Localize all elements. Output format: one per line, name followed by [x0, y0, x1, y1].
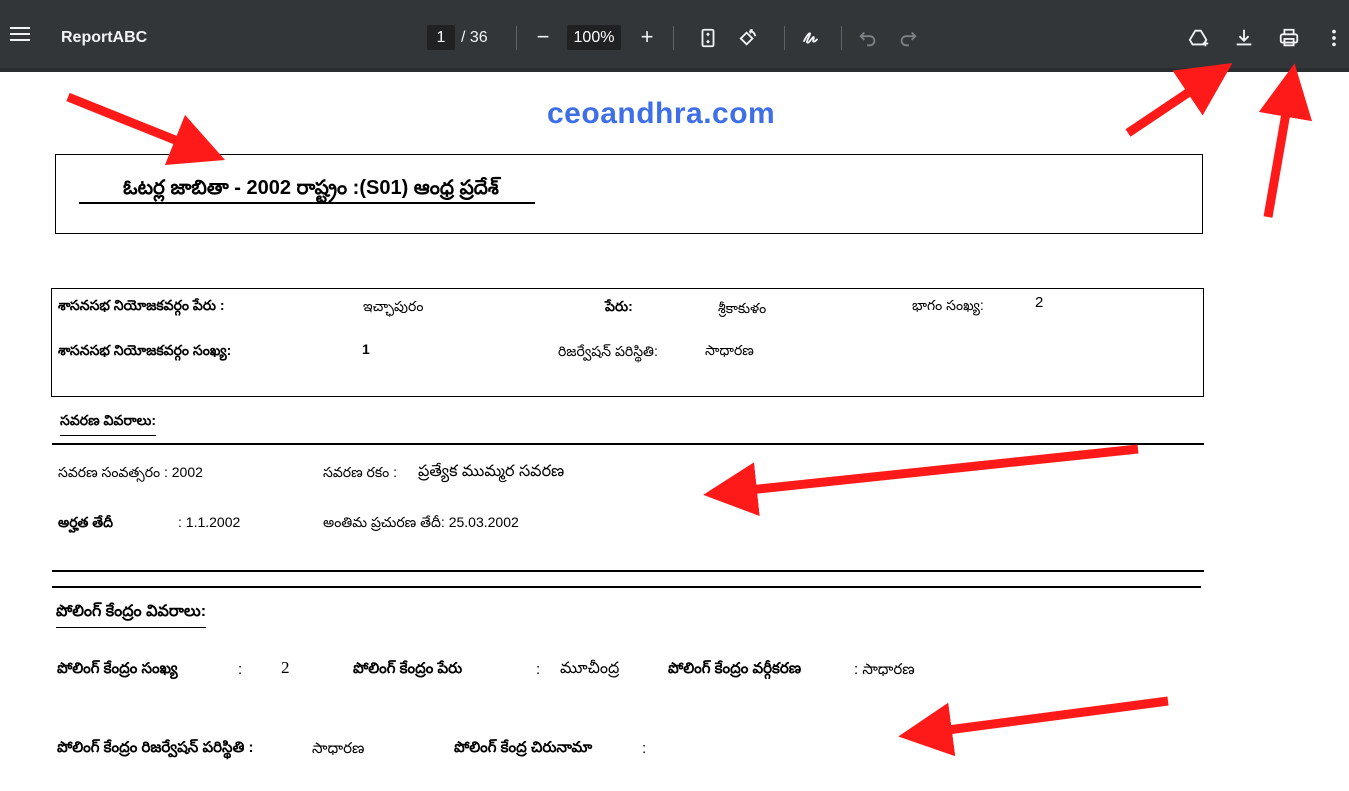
part-number-label: భాగం సంఖ్య:	[912, 297, 984, 313]
zoom-level-input[interactable]: 100%	[567, 25, 621, 50]
draw-signature-icon	[802, 32, 819, 44]
red-arrow	[66, 92, 226, 165]
site-watermark: ceoandhra.com	[547, 97, 776, 130]
polling-name-value: మూచీంద్ర	[560, 660, 620, 677]
revision-type-label: సవరణ రకం :	[323, 464, 398, 480]
polling-class-value: : సాధారణ	[854, 661, 915, 678]
download-button[interactable]	[1231, 25, 1257, 51]
polling-number-value: 2	[281, 658, 290, 677]
reservation-label: రిజర్వేషన్ పరిస్థితి:	[558, 343, 658, 359]
zoom-in-button[interactable]: +	[636, 26, 658, 50]
hamburger-menu-icon[interactable]	[10, 27, 32, 45]
final-publication-date: అంతిమ ప్రచురణ తేదీ: 25.03.2002	[323, 514, 519, 530]
polling-name-label: పోలింగ్ కేంద్రం పేరు	[353, 660, 463, 677]
polling-number-colon: :	[238, 661, 243, 678]
red-arrow	[898, 696, 1169, 757]
rotate-button[interactable]	[735, 25, 761, 51]
document-title: ReportABC	[61, 29, 148, 46]
divider-line	[52, 586, 1201, 588]
part-number-value: 2	[1035, 294, 1044, 311]
qualifying-date-label: అర్హత తేదీ	[58, 514, 114, 530]
heading-underline	[79, 202, 535, 204]
constituency-name-label: శాసనసభ నియోజకవర్గం పేరు :	[58, 297, 225, 313]
fit-page-icon	[701, 28, 715, 48]
polling-station-heading: పోలింగ్ కేంద్రం వివరాలు:	[56, 602, 207, 628]
pdf-viewer-toolbar: ReportABC 1 / 36 − 100% +	[0, 0, 1349, 72]
toolbar-divider	[841, 26, 842, 50]
reservation-value: సాధారణ	[705, 342, 754, 358]
page-total: / 36	[461, 29, 488, 46]
revision-heading: సవరణ వివరాలు:	[60, 412, 156, 436]
district-label: పేరు:	[605, 298, 633, 314]
print-button[interactable]	[1276, 25, 1302, 51]
redo-button[interactable]	[895, 25, 921, 51]
toolbar-divider	[673, 26, 674, 50]
divider-line	[52, 570, 1204, 572]
qualifying-date-value: : 1.1.2002	[178, 514, 241, 530]
download-icon	[1236, 29, 1252, 46]
revision-year: సవరణ సంవత్సరం : 2002	[58, 464, 203, 480]
save-to-drive-button[interactable]	[1186, 25, 1212, 51]
constituency-number-value: 1	[362, 341, 370, 357]
district-value: శ్రీకాకుళం	[718, 300, 767, 316]
page-number-input[interactable]: 1	[427, 25, 455, 50]
redo-icon	[900, 31, 917, 47]
fit-to-page-button[interactable]	[695, 25, 721, 51]
toolbar-divider	[516, 26, 517, 50]
more-options-button[interactable]	[1321, 25, 1347, 51]
constituency-name-value: ఇచ్ఛాపురం	[363, 298, 424, 314]
polling-address-label: పోలింగ్ కేంద్ర చిరునామా	[454, 739, 593, 756]
drive-add-icon	[1188, 29, 1209, 47]
polling-address-colon: :	[642, 740, 647, 757]
polling-name-colon: :	[536, 661, 541, 678]
polling-reservation-value: సాధారణ	[312, 740, 365, 757]
red-arrow	[1258, 63, 1312, 218]
revision-type-value: ప్రత్యేక ముమ్మర సవరణ	[418, 463, 565, 480]
print-icon	[1279, 28, 1299, 47]
undo-button[interactable]	[855, 25, 881, 51]
red-arrow	[1125, 62, 1233, 137]
undo-icon	[859, 31, 876, 47]
document-heading: ఓటర్ల జాబితా - 2002 రాష్ట్రం :(S01) ఆంధ్…	[123, 177, 499, 199]
constituency-number-label: శాసనసభ నియోజకవర్గం సంఖ్య:	[58, 342, 232, 358]
more-vert-icon	[1332, 29, 1336, 47]
toolbar-divider	[784, 26, 785, 50]
polling-class-label: పోలింగ్ కేంద్రం వర్గీకరణ	[668, 660, 802, 677]
zoom-out-button[interactable]: −	[532, 26, 554, 50]
polling-reservation-label: పోలింగ్ కేంద్రం రిజర్వేషన్ పరిస్థితి :	[57, 739, 254, 756]
draw-button[interactable]	[798, 25, 824, 51]
divider-line	[52, 443, 1204, 445]
red-arrow	[703, 444, 1139, 517]
polling-number-label: పోలింగ్ కేంద్రం సంఖ్య	[57, 660, 178, 677]
rotate-icon	[739, 28, 757, 46]
